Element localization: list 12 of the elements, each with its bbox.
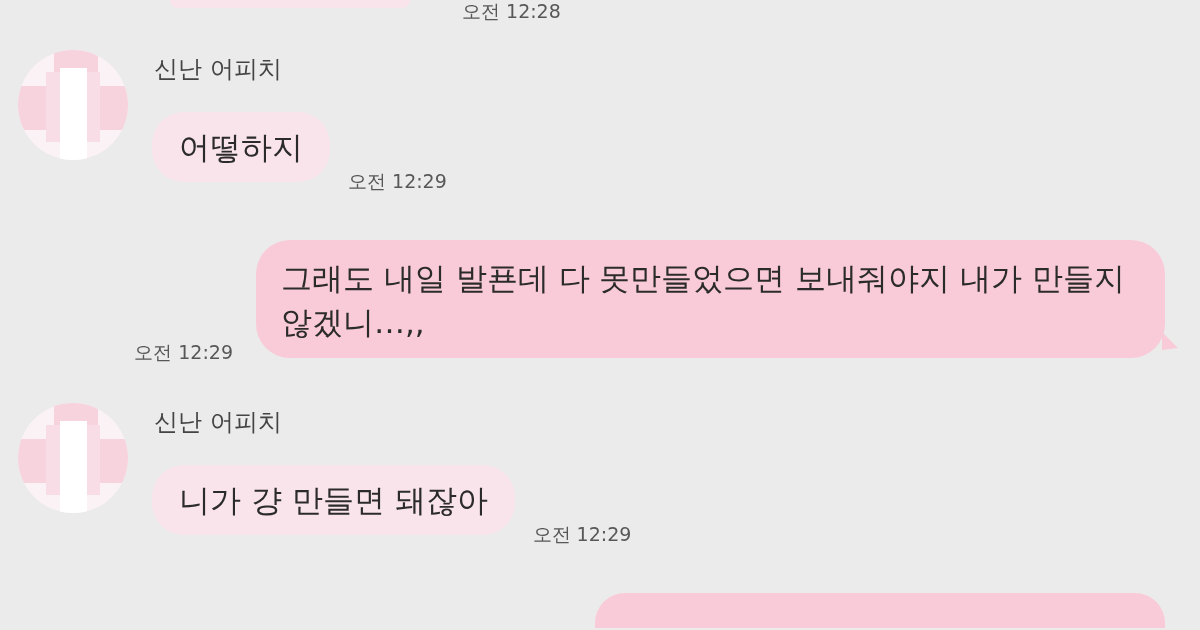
sender-name: 신난 어피치 — [154, 54, 282, 84]
message-bubble: 그래도 내일 발푠데 다 못만들었으면 보내줘야지 내가 만들지 않겠니…,, — [256, 240, 1165, 358]
message-bubble: 니가 걍 만들면 돼잖아 — [152, 465, 515, 535]
avatar-icon[interactable] — [18, 403, 128, 513]
message-time: 오전 12:28 — [462, 0, 561, 22]
bubble-tail-icon — [1162, 332, 1178, 350]
message-time: 오전 12:29 — [348, 170, 447, 192]
message-time: 오전 12:29 — [134, 341, 233, 363]
sender-name: 신난 어피치 — [154, 407, 282, 437]
message-bubble: 어떻하지 — [152, 112, 330, 182]
avatar-icon[interactable] — [18, 50, 128, 160]
message-time: 오전 12:29 — [532, 523, 632, 545]
